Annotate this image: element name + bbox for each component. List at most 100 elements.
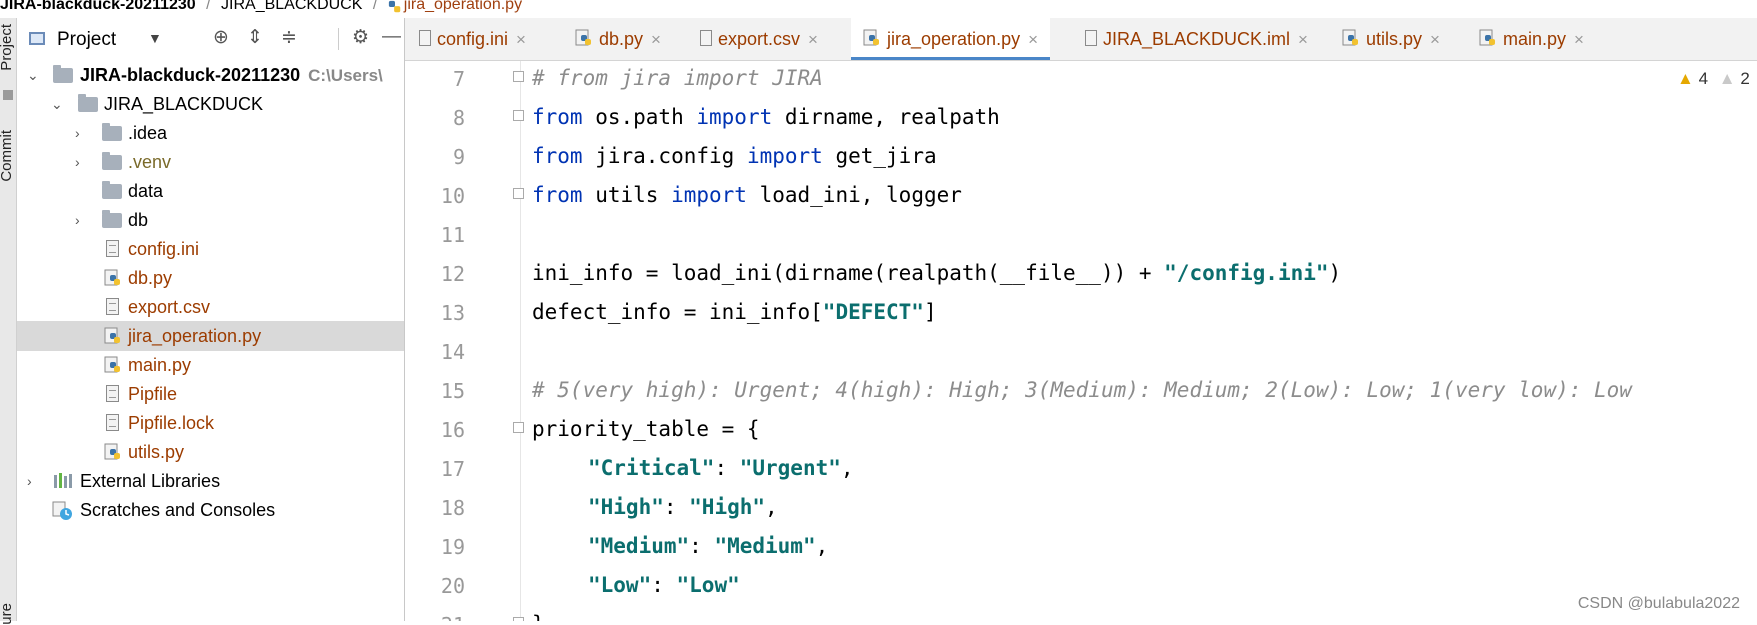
code-keyword: from — [532, 105, 583, 129]
tab-jira-blackduck-iml[interactable]: JIRA_BLACKDUCK.iml × — [1085, 18, 1308, 60]
chevron-right-icon[interactable]: › — [75, 147, 80, 177]
tab-utils-py[interactable]: utils.py × — [1342, 18, 1440, 60]
tree-item-db-py[interactable]: db.py — [17, 263, 404, 293]
tree-item-pipfile[interactable]: Pipfile — [17, 379, 404, 409]
close-icon[interactable]: × — [651, 30, 661, 49]
warning-icon: ▲ — [1677, 69, 1694, 88]
tree-item-venv[interactable]: › .venv — [17, 147, 404, 177]
close-icon[interactable]: × — [1574, 30, 1584, 49]
close-icon[interactable]: × — [1298, 30, 1308, 49]
tab-main-py[interactable]: main.py × — [1479, 18, 1584, 60]
tree-item-pipfile-lock[interactable]: Pipfile.lock — [17, 408, 404, 438]
close-icon[interactable]: × — [1430, 30, 1440, 49]
project-tree: ⌄ JIRA-blackduck-20211230 C:\Users\ ⌄ JIR… — [17, 60, 404, 621]
tab-label: export.csv — [718, 29, 801, 49]
code-editor[interactable]: 7 8 9 10 11 12 13 14 15 16 17 18 19 20 2… — [405, 61, 1757, 621]
code-text: : — [651, 573, 677, 597]
close-icon[interactable]: × — [516, 30, 526, 49]
fold-marker-icon[interactable] — [513, 110, 524, 121]
chevron-down-icon[interactable]: ⌄ — [27, 60, 39, 90]
locate-icon[interactable]: ⊕ — [213, 26, 229, 49]
tab-db-py[interactable]: db.py × — [575, 18, 661, 60]
tree-item-jira-operation-py[interactable]: jira_operation.py — [17, 321, 404, 351]
line-number: 20 — [440, 574, 465, 598]
code-line-8: from os.path import dirname, realpath — [532, 105, 1000, 129]
tree-item-utils-py[interactable]: utils.py — [17, 437, 404, 467]
project-window-icon — [29, 32, 45, 45]
tab-label: config.ini — [437, 29, 509, 49]
line-number: 14 — [440, 340, 465, 364]
minimize-icon[interactable]: — — [382, 26, 401, 48]
fold-marker-icon[interactable] — [513, 617, 524, 621]
chevron-down-icon[interactable]: ▼ — [148, 30, 162, 46]
code-keyword: from — [532, 144, 583, 168]
tree-item-label: config.ini — [128, 239, 200, 259]
gear-icon[interactable]: ⚙ — [352, 26, 369, 49]
fold-marker-icon[interactable] — [513, 71, 524, 82]
expand-all-icon[interactable]: ⇕ — [247, 26, 263, 49]
tree-item-data[interactable]: data — [17, 176, 404, 206]
code-text: priority_table = { — [532, 417, 760, 441]
text-file-icon — [106, 298, 119, 315]
toolbar-divider — [338, 28, 339, 50]
tab-config-ini[interactable]: config.ini × — [419, 18, 526, 60]
tree-item-config-ini[interactable]: config.ini — [17, 234, 404, 264]
chevron-right-icon[interactable]: › — [27, 466, 32, 496]
close-icon[interactable]: × — [808, 30, 818, 49]
line-number: 7 — [452, 67, 465, 91]
folder-icon — [102, 210, 122, 228]
collapse-all-icon[interactable]: ≑ — [281, 26, 297, 49]
python-file-icon — [1479, 29, 1495, 46]
breadcrumb-project[interactable]: JIRA-blackduck-20211230 — [0, 0, 196, 13]
tree-root[interactable]: ⌄ JIRA-blackduck-20211230 C:\Users\ — [17, 60, 404, 90]
code-text: utils — [582, 183, 672, 207]
chevron-right-icon[interactable]: › — [75, 205, 80, 235]
tree-item-label: export.csv — [128, 297, 211, 317]
tree-module[interactable]: ⌄ JIRA_BLACKDUCK — [17, 89, 404, 119]
code-text: defect_info = ini_info[ — [532, 300, 823, 324]
chevron-down-icon[interactable]: ⌄ — [51, 89, 63, 119]
tree-item-db[interactable]: › db — [17, 205, 404, 235]
tree-item-label: utils.py — [128, 442, 185, 462]
chevron-right-icon[interactable]: › — [75, 118, 80, 148]
code-string: "Medium" — [714, 534, 816, 558]
code-string: "High" — [689, 495, 766, 519]
code-text: ) — [1328, 261, 1342, 285]
line-number: 17 — [440, 457, 465, 481]
tree-item-main-py[interactable]: main.py — [17, 350, 404, 380]
tab-label: main.py — [1503, 29, 1567, 49]
folder-icon — [102, 181, 122, 199]
breadcrumb-folder[interactable]: JIRA_BLACKDUCK — [221, 0, 362, 13]
code-text: os.path — [582, 105, 697, 129]
tree-item-export-csv[interactable]: export.csv — [17, 292, 404, 322]
fold-marker-icon[interactable] — [513, 188, 524, 199]
code-text: : — [663, 495, 690, 519]
line-number: 9 — [452, 145, 465, 169]
project-panel-title[interactable]: Project — [57, 29, 116, 51]
tree-item-label: Pipfile — [128, 384, 178, 404]
python-file-icon — [104, 269, 120, 286]
close-icon[interactable]: × — [1028, 30, 1038, 49]
code-text: load_ini, logger — [746, 183, 962, 207]
breadcrumb-file[interactable]: jira_operation.py — [404, 0, 522, 13]
code-comment: # 5(very high): Urgent; 4(high): High; 3… — [532, 378, 1632, 402]
tab-label: JIRA_BLACKDUCK.iml — [1103, 29, 1291, 49]
tree-external-libraries[interactable]: › External Libraries — [17, 466, 404, 496]
commit-tool-button[interactable]: Commit — [0, 130, 16, 182]
tree-item-idea[interactable]: › .idea — [17, 118, 404, 148]
python-file-icon — [104, 356, 120, 373]
tab-export-csv[interactable]: export.csv × — [700, 18, 818, 60]
code-text: , — [765, 495, 778, 519]
tab-jira-operation-py[interactable]: jira_operation.py × — [851, 18, 1051, 60]
line-number: 12 — [440, 262, 465, 286]
python-file-icon — [1342, 29, 1358, 46]
weak-warning-count: 2 — [1740, 69, 1750, 88]
code-string: "DEFECT" — [822, 300, 924, 324]
structure-tool-button[interactable]: ure — [0, 603, 16, 625]
tree-item-label: External Libraries — [80, 471, 221, 491]
tree-scratches[interactable]: Scratches and Consoles — [17, 495, 404, 525]
project-tool-button[interactable]: Project — [0, 24, 16, 71]
code-text: , — [815, 534, 829, 558]
fold-marker-icon[interactable] — [513, 422, 524, 433]
inspection-widget[interactable]: ▲ 4 ▲ 2 — [1677, 69, 1750, 89]
